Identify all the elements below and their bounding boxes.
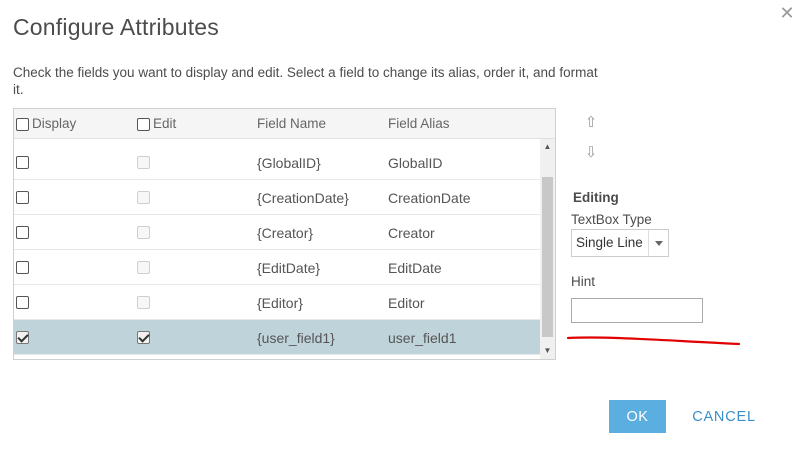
- fields-grid: Display Edit Field Name Field Alias {Glo…: [13, 108, 556, 360]
- edit-checkbox: [137, 156, 150, 169]
- dialog-title: Configure Attributes: [13, 14, 220, 40]
- field-name-cell: {Creator}: [257, 224, 314, 241]
- edit-header: Edit: [137, 109, 176, 139]
- display-checkbox[interactable]: [16, 156, 29, 169]
- table-row[interactable]: {Editor} Editor: [14, 285, 540, 320]
- edit-cell: [137, 250, 150, 285]
- field-name-cell: {CreationDate}: [257, 189, 349, 206]
- arrow-down-icon[interactable]: ⇩: [583, 143, 599, 163]
- textbox-type-select[interactable]: Single Line: [571, 229, 669, 257]
- dialog-description: Check the fields you want to display and…: [13, 65, 598, 97]
- field-name-cell: {Editor}: [257, 294, 303, 311]
- table-row[interactable]: {CreationDate} CreationDate: [14, 180, 540, 215]
- edit-cell: [137, 180, 150, 215]
- display-cell: [16, 215, 29, 250]
- field-alias-cell: Creator: [388, 224, 435, 241]
- edit-checkbox: [137, 226, 150, 239]
- grid-header: Display Edit Field Name Field Alias: [14, 109, 555, 139]
- field-alias-cell: EditDate: [388, 259, 442, 276]
- hint-label: Hint: [571, 274, 596, 289]
- red-annotation-line: [566, 336, 741, 346]
- edit-cell: [137, 285, 150, 320]
- display-checkbox[interactable]: [16, 191, 29, 204]
- textbox-type-label: TextBox Type: [571, 212, 652, 227]
- edit-checkbox: [137, 261, 150, 274]
- display-checkbox[interactable]: [16, 226, 29, 239]
- display-all-checkbox[interactable]: [16, 117, 29, 131]
- table-row[interactable]: {EditDate} EditDate: [14, 250, 540, 285]
- field-name-cell: {GlobalID}: [257, 154, 321, 171]
- field-alias-cell: user_field1: [388, 329, 457, 346]
- display-header-label: Display: [32, 116, 77, 131]
- table-row[interactable]: {user_field1} user_field1: [14, 320, 540, 355]
- edit-checkbox[interactable]: [137, 331, 150, 344]
- textbox-type-value: Single Line: [576, 235, 643, 250]
- display-header: Display: [16, 109, 76, 139]
- field-name-cell: {user_field1}: [257, 329, 335, 346]
- display-cell: [16, 180, 29, 215]
- display-checkbox[interactable]: [16, 331, 29, 344]
- field-name-cell: {EditDate}: [257, 259, 321, 276]
- edit-all-checkbox[interactable]: [137, 117, 150, 131]
- display-cell: [16, 250, 29, 285]
- arrow-up-icon[interactable]: ⇧: [583, 113, 599, 133]
- edit-header-label: Edit: [153, 116, 177, 131]
- display-cell: [16, 145, 29, 180]
- chevron-down-icon[interactable]: [648, 230, 668, 256]
- ok-button[interactable]: OK: [609, 400, 666, 433]
- field-alias-header[interactable]: Field Alias: [388, 109, 450, 139]
- hint-input[interactable]: [571, 298, 703, 323]
- scroll-up-icon[interactable]: ▲: [540, 139, 555, 155]
- field-alias-cell: Editor: [388, 294, 425, 311]
- scroll-down-icon[interactable]: ▼: [540, 343, 555, 359]
- close-icon[interactable]: ✕: [776, 2, 798, 24]
- edit-cell: [137, 145, 150, 180]
- edit-checkbox: [137, 296, 150, 309]
- display-checkbox[interactable]: [16, 296, 29, 309]
- cancel-button[interactable]: CANCEL: [682, 400, 766, 433]
- field-alias-cell: CreationDate: [388, 189, 471, 206]
- field-name-header[interactable]: Field Name: [257, 109, 326, 139]
- edit-cell: [137, 320, 150, 355]
- display-checkbox[interactable]: [16, 261, 29, 274]
- editing-section-title: Editing: [573, 190, 619, 205]
- table-row[interactable]: {GlobalID} GlobalID: [14, 145, 540, 180]
- field-alias-cell: GlobalID: [388, 154, 443, 171]
- display-cell: [16, 285, 29, 320]
- table-row[interactable]: {Creator} Creator: [14, 215, 540, 250]
- edit-cell: [137, 215, 150, 250]
- grid-scrollbar[interactable]: ▲ ▼: [540, 139, 555, 359]
- edit-checkbox: [137, 191, 150, 204]
- display-cell: [16, 320, 29, 355]
- scrollbar-thumb[interactable]: [542, 177, 553, 337]
